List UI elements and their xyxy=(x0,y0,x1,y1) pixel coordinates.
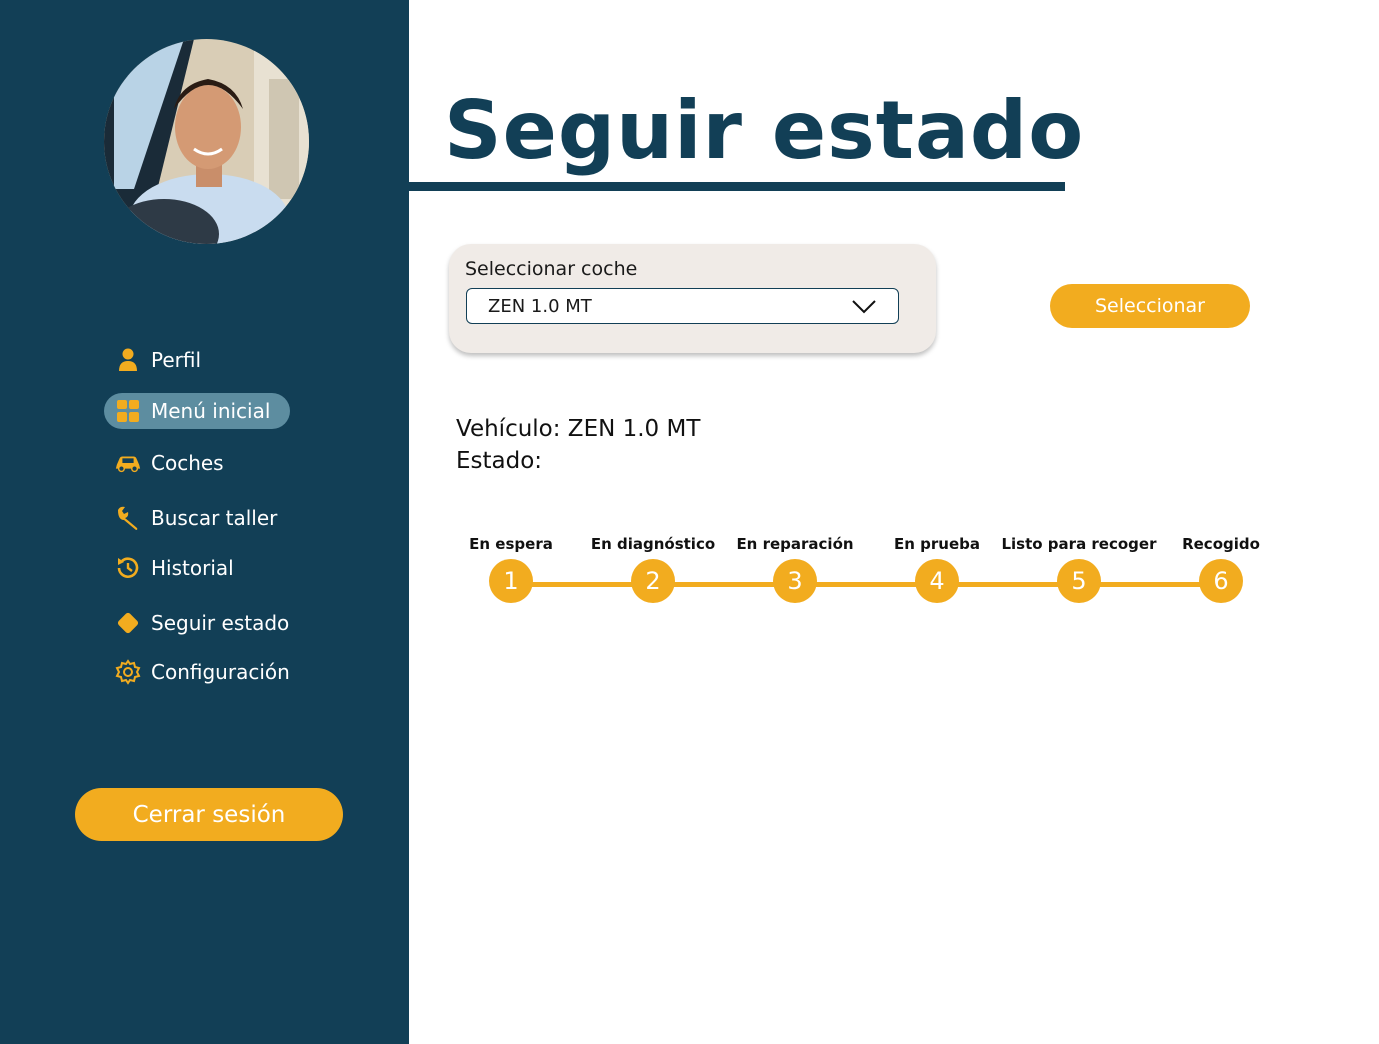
avatar-photo xyxy=(104,39,309,244)
step-label: Recogido xyxy=(1182,535,1260,553)
sidebar-item-label: Configuración xyxy=(151,660,290,684)
step-number: 5 xyxy=(1057,559,1101,603)
step-recogido: Recogido 6 xyxy=(1136,531,1306,603)
step-number: 6 xyxy=(1199,559,1243,603)
sidebar-item-label: Coches xyxy=(151,451,224,475)
sidebar-item-menu-inicial[interactable]: Menú inicial xyxy=(104,393,291,429)
car-icon xyxy=(114,449,142,477)
gear-icon xyxy=(114,658,142,686)
sidebar-item-configuracion[interactable]: Configuración xyxy=(104,654,310,690)
sidebar-item-label: Perfil xyxy=(151,348,202,372)
sidebar-item-label: Seguir estado xyxy=(151,611,290,635)
sidebar-item-perfil[interactable]: Perfil xyxy=(104,342,221,378)
person-icon xyxy=(114,346,142,374)
car-select-value: ZEN 1.0 MT xyxy=(488,295,592,317)
vehicle-text: Vehículo: ZEN 1.0 MT xyxy=(456,416,701,442)
step-number: 2 xyxy=(631,559,675,603)
car-select-label: Seleccionar coche xyxy=(465,258,638,280)
logout-button[interactable]: Cerrar sesión xyxy=(75,788,343,841)
step-number: 1 xyxy=(489,559,533,603)
sidebar-item-historial[interactable]: Historial xyxy=(104,550,254,586)
car-select-card: Seleccionar coche ZEN 1.0 MT xyxy=(449,244,936,353)
step-number: 3 xyxy=(773,559,817,603)
diamond-icon xyxy=(114,609,142,637)
sidebar-item-coches[interactable]: Coches xyxy=(104,445,244,481)
sidebar-item-buscar-taller[interactable]: Buscar taller xyxy=(104,500,297,536)
step-number: 4 xyxy=(915,559,959,603)
sidebar-item-label: Historial xyxy=(151,556,234,580)
car-select-dropdown[interactable]: ZEN 1.0 MT xyxy=(466,288,899,324)
page-title: Seguir estado xyxy=(444,84,1085,177)
sidebar: Perfil Menú inicial Coches Buscar taller… xyxy=(0,0,409,1044)
status-text: Estado: xyxy=(456,448,543,474)
wrench-icon xyxy=(114,504,142,532)
sidebar-item-label: Menú inicial xyxy=(151,399,271,423)
dashboard-icon xyxy=(114,397,142,425)
title-underline xyxy=(409,182,1065,191)
avatar xyxy=(104,39,309,244)
select-button[interactable]: Seleccionar xyxy=(1050,284,1250,328)
chevron-down-icon xyxy=(852,300,876,314)
sidebar-item-label: Buscar taller xyxy=(151,506,278,530)
sidebar-item-seguir-estado[interactable]: Seguir estado xyxy=(104,605,309,641)
history-icon xyxy=(114,554,142,582)
